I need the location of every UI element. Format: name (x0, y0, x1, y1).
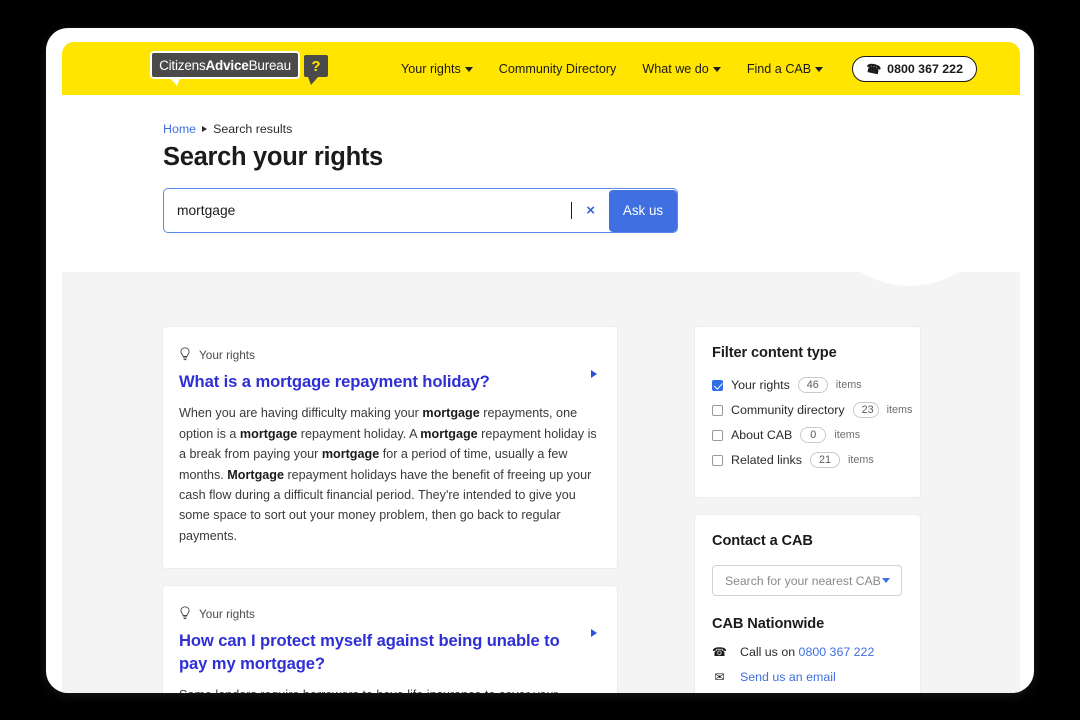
header-phone-button[interactable]: ☎ 0800 367 222 (852, 55, 977, 82)
nav-item-what-we-do[interactable]: What we do (629, 56, 734, 82)
site-header: Citizens Advice Bureau ? Your rights Com… (62, 42, 1020, 95)
filter-count-about-cab: 0 (800, 427, 827, 443)
search-bar: × Ask us (163, 188, 678, 233)
filter-panel-title: Filter content type (712, 345, 837, 361)
logo-bubble-tail (170, 78, 180, 86)
screenshot-canvas: Citizens Advice Bureau ? Your rights Com… (0, 0, 1080, 720)
ask-us-button[interactable]: Ask us (609, 189, 677, 232)
contact-panel: Contact a CAB Search for your nearest CA… (695, 515, 920, 693)
lightbulb-icon (180, 606, 190, 620)
search-input[interactable] (164, 203, 582, 218)
contact-email-row: ✉ Send us an email (712, 670, 902, 684)
breadcrumb-current: Search results (213, 122, 293, 136)
device-frame: Citizens Advice Bureau ? Your rights Com… (46, 28, 1034, 693)
filter-items-word: items (835, 379, 862, 391)
breadcrumb-home-link[interactable]: Home (163, 122, 196, 136)
logo-mark-tail (308, 77, 318, 85)
browser-viewport: Citizens Advice Bureau ? Your rights Com… (62, 42, 1020, 693)
filter-label-your-rights: Your rights (731, 378, 790, 392)
result-summary: When you are having difficulty making yo… (179, 406, 597, 543)
filter-items-word: items (847, 454, 874, 466)
logo-text-bureau: Bureau (248, 57, 292, 73)
envelope-icon: ✉ (714, 670, 725, 684)
filter-option-about-cab[interactable]: About CAB 0 items (712, 427, 902, 443)
filter-items-word: items (886, 404, 913, 416)
filter-label-related-links: Related links (731, 453, 802, 467)
filter-count-related-links: 21 (809, 452, 840, 468)
checkbox-about-cab[interactable] (712, 429, 723, 441)
nav-label-find-a-cab: Find a CAB (746, 61, 812, 76)
nav-item-your-rights[interactable]: Your rights (388, 56, 486, 82)
logo-speech-bubble-icon: ? (302, 53, 330, 79)
filter-label-community-directory: Community directory (731, 403, 845, 417)
nav-label-community-directory: Community Directory (498, 61, 617, 76)
breadcrumb: Home Search results (163, 122, 292, 136)
lightbulb-icon (180, 347, 190, 361)
chevron-down-icon (882, 578, 890, 583)
nav-label-your-rights: Your rights (401, 61, 461, 76)
site-logo[interactable]: Citizens Advice Bureau ? (150, 51, 330, 87)
filter-label-about-cab: About CAB (731, 428, 793, 442)
header-phone-number: 0800 367 222 (887, 61, 963, 76)
nav-item-community-directory[interactable]: Community Directory (486, 56, 630, 82)
search-result-card[interactable]: Your rights How can I protect myself aga… (163, 586, 617, 693)
logo-text-advice: Advice (205, 57, 249, 73)
nav-label-what-we-do: What we do (642, 61, 709, 76)
main-navigation: Your rights Community Directory What we … (388, 42, 977, 95)
checkbox-your-rights[interactable] (712, 379, 723, 391)
filter-count-community-directory: 23 (852, 402, 879, 418)
chevron-right-icon[interactable] (591, 370, 597, 378)
chevron-right-icon[interactable] (591, 629, 597, 638)
search-result-card[interactable]: Your rights What is a mortgage repayment… (163, 327, 617, 569)
call-us-prefix: Call us on (740, 645, 799, 659)
search-results-column: Your rights What is a mortgage repayment… (163, 327, 617, 693)
filter-option-community-directory[interactable]: Community directory 23 items (712, 402, 912, 418)
logo-text-citizens: Citizens (159, 57, 206, 73)
cab-nationwide-title: CAB Nationwide (712, 616, 825, 632)
nav-item-find-a-cab[interactable]: Find a CAB (734, 56, 836, 82)
logo-mark-glyph: ? (311, 57, 321, 75)
result-tag-row: Your rights (179, 347, 599, 362)
checkbox-community-directory[interactable] (712, 404, 723, 416)
nearest-cab-select[interactable]: Search for your nearest CAB (712, 565, 902, 596)
filter-count-your-rights: 46 (797, 377, 828, 393)
page-title: Search your rights (163, 143, 383, 171)
filter-option-your-rights[interactable]: Your rights 46 items (712, 377, 902, 393)
chevron-down-icon (464, 67, 473, 72)
chevron-right-icon (202, 126, 208, 132)
result-title[interactable]: What is a mortgage repayment holiday? (179, 371, 599, 393)
hero-section: Home Search results Search your rights ×… (62, 95, 1020, 286)
filter-option-related-links[interactable]: Related links 21 items (712, 452, 902, 468)
clear-search-icon[interactable]: × (572, 202, 609, 219)
nearest-cab-select-value: Search for your nearest CAB (725, 573, 881, 588)
phone-icon: ☎ (712, 645, 727, 659)
result-tag-label: Your rights (199, 347, 255, 362)
filter-panel: Filter content type Your rights 46 items… (695, 327, 920, 497)
content-area: Your rights What is a mortgage repayment… (62, 272, 1020, 693)
contact-phone-row: ☎ Call us on 0800 367 222 (712, 645, 902, 659)
result-tag-row: Your rights (179, 606, 599, 621)
decorative-circle (817, 101, 1002, 286)
logo-wordmark: Citizens Advice Bureau (150, 51, 300, 79)
result-title[interactable]: How can I protect myself against being u… (179, 630, 599, 675)
result-summary: Some lenders require borrowers to have l… (179, 685, 599, 693)
send-email-link[interactable]: Send us an email (740, 670, 836, 684)
contact-panel-title: Contact a CAB (712, 533, 813, 549)
phone-icon: ☎ (864, 60, 883, 77)
filter-items-word: items (834, 429, 861, 441)
chevron-down-icon (712, 67, 721, 72)
sidebar-column: Filter content type Your rights 46 items… (695, 327, 920, 693)
call-us-number-link[interactable]: 0800 367 222 (799, 645, 875, 659)
result-tag-label: Your rights (199, 606, 255, 621)
chevron-down-icon (815, 67, 824, 72)
checkbox-related-links[interactable] (712, 454, 723, 466)
call-us-text: Call us on 0800 367 222 (740, 645, 874, 659)
